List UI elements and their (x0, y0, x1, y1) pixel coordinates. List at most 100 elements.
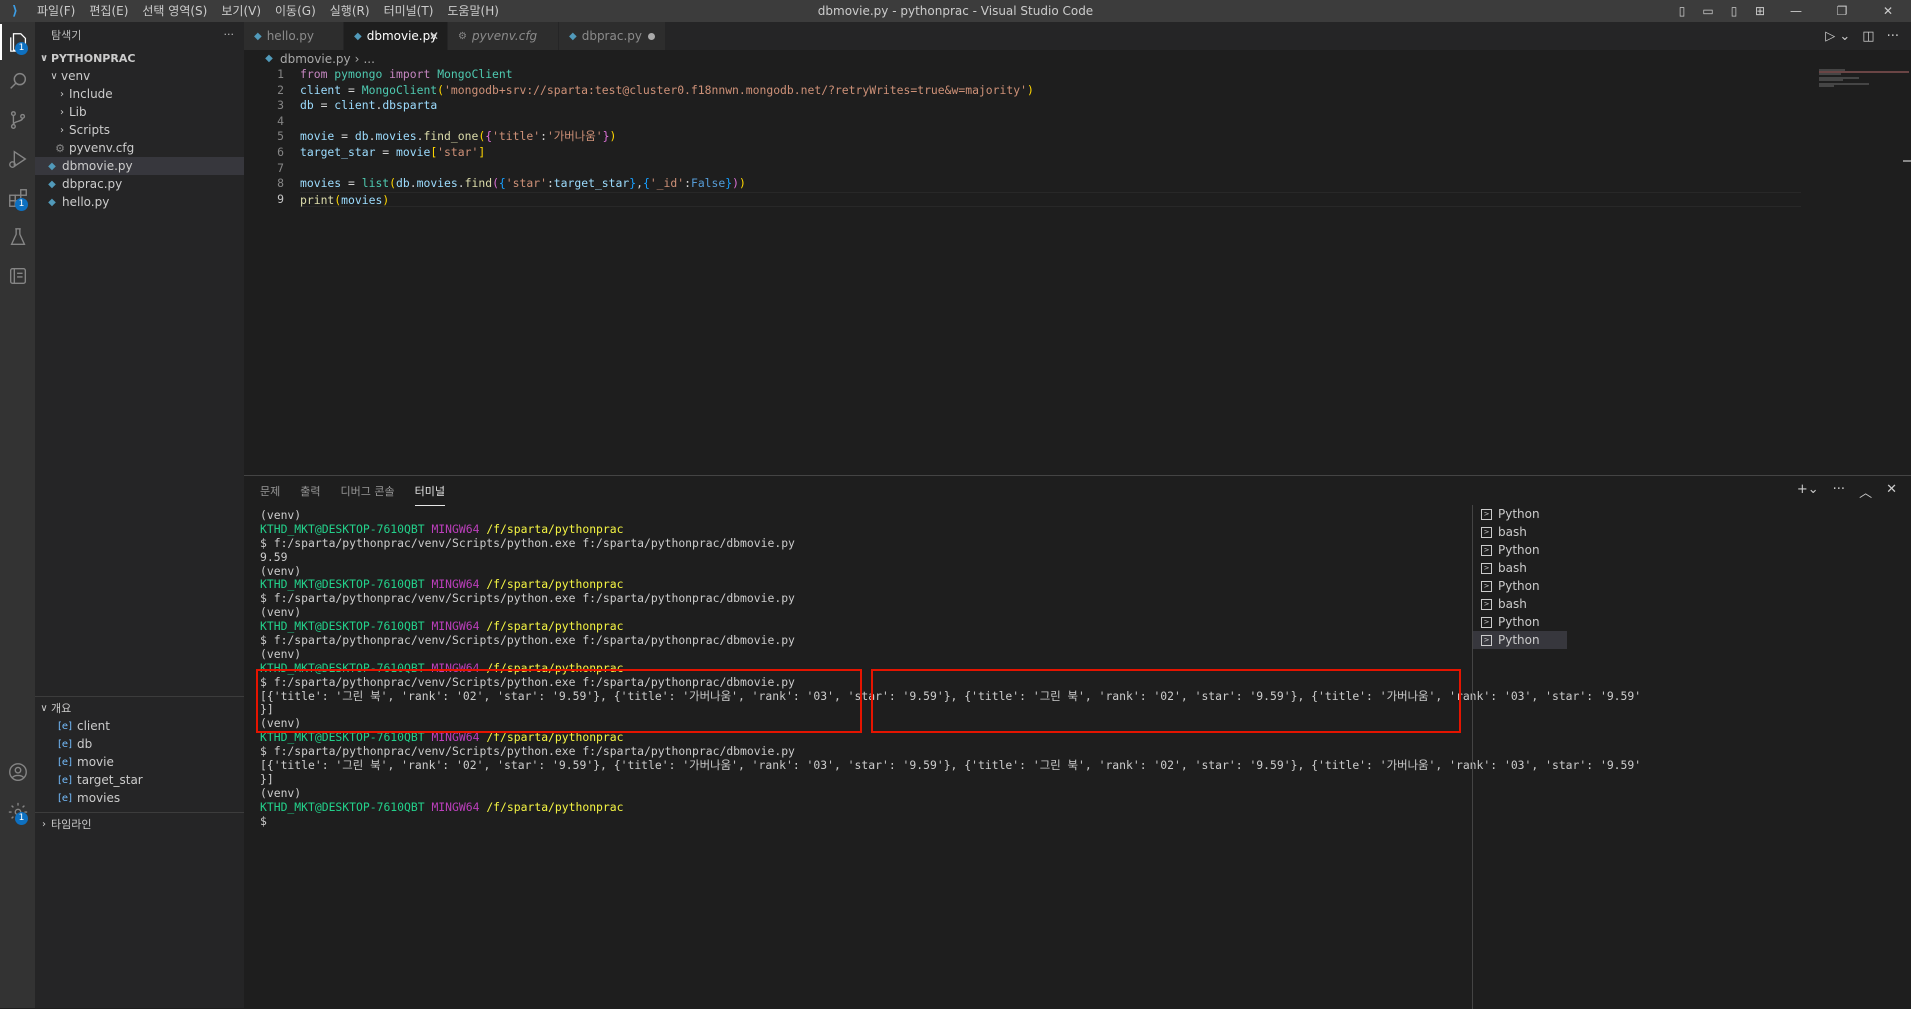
code-editor[interactable]: 1 2 3 4 5 6 7 8 9 from pymongo import Mo… (244, 67, 1911, 475)
tree-item-include[interactable]: › Include (35, 85, 244, 103)
outline-item[interactable]: [e] movie (35, 753, 244, 771)
code-lines[interactable]: from pymongo import MongoClient client =… (300, 67, 1801, 208)
tree-item-dbmovie[interactable]: ◆ dbmovie.py (35, 157, 244, 175)
tab-pyvenv-cfg[interactable]: ⚙ pyvenv.cfg (448, 22, 559, 50)
customize-layout-icon[interactable]: ⊞ (1747, 4, 1773, 18)
tab-output[interactable]: 출력 (300, 477, 320, 505)
toggle-sidebar-icon[interactable]: ▯ (1669, 4, 1695, 18)
line-number: 1 (277, 67, 284, 81)
explorer-badge: 1 (15, 42, 28, 55)
menu-go[interactable]: 이동(G) (268, 0, 323, 22)
terminal-icon: > (1481, 616, 1492, 628)
workspace-root-label: PYTHONPRAC (51, 51, 136, 65)
terminal-list-item[interactable]: > bash (1473, 595, 1567, 613)
tree-item-label: Include (69, 87, 113, 101)
remote-explorer-icon[interactable] (0, 258, 35, 294)
menu-file[interactable]: 파일(F) (30, 0, 82, 22)
terminal-list-item[interactable]: > Python (1473, 541, 1567, 559)
menu-edit[interactable]: 편집(E) (82, 0, 135, 22)
account-icon[interactable] (0, 754, 35, 790)
tree-item-scripts[interactable]: › Scripts (35, 121, 244, 139)
terminal-list-item[interactable]: > Python (1473, 631, 1567, 649)
settings-gear-icon[interactable]: 1 (0, 794, 35, 830)
search-icon[interactable] (0, 63, 35, 99)
close-window-icon[interactable]: ✕ (1865, 4, 1911, 18)
variable-icon: [e] (58, 774, 72, 786)
chevron-right-icon: › (60, 124, 64, 136)
code-line: target_star = movie['star'] (300, 144, 486, 159)
tree-item-label: dbprac.py (62, 177, 123, 191)
run-file-icon[interactable]: ▷ ⌄ (1825, 29, 1850, 44)
tab-dbprac[interactable]: ◆ dbprac.py (559, 22, 666, 50)
terminal-list-item[interactable]: > Python (1473, 577, 1567, 595)
activity-bar: 1 1 1 (0, 22, 35, 1008)
terminal-icon: > (1481, 544, 1492, 556)
split-editor-icon[interactable]: ◫ (1862, 29, 1874, 44)
toggle-panel-icon[interactable]: ▭ (1695, 4, 1721, 18)
chevron-right-icon: › (42, 818, 46, 830)
outline-item[interactable]: [e] db (35, 735, 244, 753)
more-actions-icon[interactable]: ··· (224, 28, 235, 41)
tab-hello[interactable]: ◆ hello.py (244, 22, 344, 50)
tree-item-hello[interactable]: ◆ hello.py (35, 193, 244, 211)
line-numbers: 1 2 3 4 5 6 7 8 9 (244, 67, 289, 207)
workspace-root[interactable]: ∨ PYTHONPRAC (35, 49, 244, 67)
menu-terminal[interactable]: 터미널(T) (377, 0, 441, 22)
chevron-right-icon: › (60, 106, 64, 118)
maximize-panel-icon[interactable]: ︿ (1859, 482, 1872, 501)
tree-item-label: Lib (69, 105, 87, 119)
tree-item-pyvenv-cfg[interactable]: ⚙ pyvenv.cfg (35, 139, 244, 157)
menu-run[interactable]: 실행(R) (323, 0, 377, 22)
run-debug-icon[interactable] (0, 141, 35, 177)
line-number: 5 (277, 129, 284, 144)
extensions-icon[interactable]: 1 (0, 180, 35, 216)
minimize-icon[interactable]: — (1773, 4, 1819, 18)
tab-problems[interactable]: 문제 (260, 477, 280, 505)
source-control-icon[interactable] (0, 102, 35, 138)
minimap[interactable] (1811, 67, 1911, 475)
terminal-list-item[interactable]: > Python (1473, 505, 1567, 523)
tree-item-lib[interactable]: › Lib (35, 103, 244, 121)
outline-item-label: movie (77, 755, 114, 769)
menu-help[interactable]: 도움말(H) (440, 0, 506, 22)
outline-item[interactable]: [e] client (35, 717, 244, 735)
tab-debug-console[interactable]: 디버그 콘솔 (341, 477, 395, 505)
bottom-panel: 문제 출력 디버그 콘솔 터미널 +⌄ ··· ︿ ✕ (venv) KTHD_… (244, 475, 1911, 1009)
terminal-list-item[interactable]: > bash (1473, 523, 1567, 541)
outline-header[interactable]: ∨ 개요 (35, 699, 244, 717)
code-line: print(movies) (300, 191, 1801, 208)
outline-item[interactable]: [e] target_star (35, 771, 244, 789)
terminal-list-item[interactable]: > Python (1473, 613, 1567, 631)
breadcrumb-file[interactable]: dbmovie.py (280, 52, 351, 66)
testing-icon[interactable] (0, 219, 35, 255)
python-file-icon: ◆ (569, 30, 577, 42)
tree-item-venv[interactable]: ∨ venv (35, 67, 244, 85)
breadcrumb-symbol[interactable]: ... (363, 52, 374, 66)
restore-icon[interactable]: ❐ (1819, 4, 1865, 18)
outline-item-label: movies (77, 791, 121, 805)
tab-terminal[interactable]: 터미널 (414, 477, 445, 506)
variable-icon: [e] (58, 792, 72, 804)
menu-view[interactable]: 보기(V) (214, 0, 268, 22)
toggle-secondary-sidebar-icon[interactable]: ▯ (1721, 4, 1747, 18)
new-terminal-icon[interactable]: +⌄ (1797, 482, 1819, 501)
more-actions-icon[interactable]: ··· (1833, 482, 1845, 501)
timeline-header[interactable]: › 타임라인 (35, 815, 244, 833)
tree-item-dbprac[interactable]: ◆ dbprac.py (35, 175, 244, 193)
menu-selection[interactable]: 선택 영역(S) (135, 0, 214, 22)
python-file-icon: ◆ (254, 30, 262, 42)
python-file-icon: ◆ (48, 196, 56, 208)
outline-title: 개요 (51, 702, 72, 715)
explorer-sidebar: 탐색기 ··· ∨ PYTHONPRAC ∨ venv › Include › … (35, 22, 244, 1008)
tab-dbmovie[interactable]: ◆ dbmovie.py ✕ (344, 22, 448, 50)
python-file-icon: ◆ (48, 160, 56, 172)
more-actions-icon[interactable]: ··· (1887, 29, 1899, 44)
explorer-icon[interactable]: 1 (0, 24, 35, 60)
close-tab-icon[interactable]: ✕ (429, 29, 439, 43)
tab-label: hello.py (266, 29, 315, 43)
close-panel-icon[interactable]: ✕ (1886, 482, 1897, 501)
terminal-list-item[interactable]: > bash (1473, 559, 1567, 577)
outline-item[interactable]: [e] movies (35, 789, 244, 807)
variable-icon: [e] (58, 738, 72, 750)
breadcrumb-separator: › (354, 51, 360, 66)
